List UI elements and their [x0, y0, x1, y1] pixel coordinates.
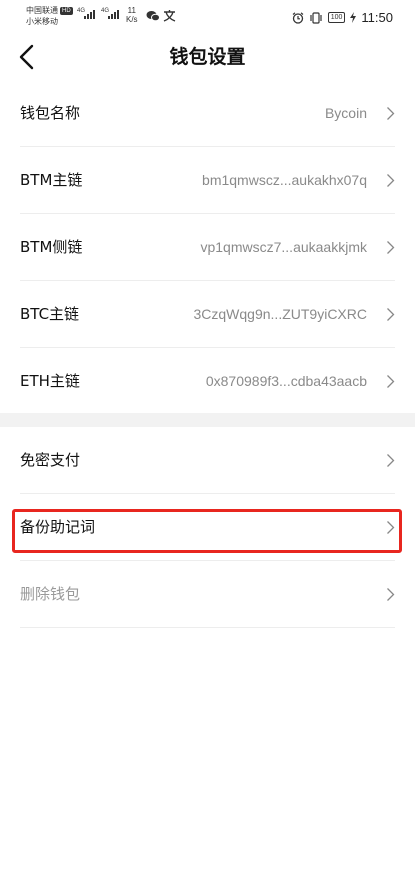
signal-icon-2	[108, 10, 119, 19]
row-value: 0x870989f3...cdba43aacb	[205, 373, 367, 389]
chevron-right-icon	[387, 241, 395, 254]
chevron-right-icon	[387, 174, 395, 187]
alarm-icon	[292, 11, 304, 24]
speed-unit: K/s	[126, 15, 138, 24]
charging-icon	[350, 12, 357, 23]
translate-icon	[163, 10, 176, 22]
row-value: Bycoin	[324, 105, 367, 121]
row-label: 删除钱包	[20, 585, 81, 603]
section-divider	[0, 413, 415, 427]
chevron-right-icon	[387, 308, 395, 321]
wechat-icon	[146, 11, 160, 22]
btm-sidechain-row[interactable]: BTM侧链 vp1qmwscz7...aukaakkjmk	[20, 214, 395, 281]
row-label: BTM侧链	[20, 238, 83, 256]
signal-icon	[84, 10, 95, 19]
row-value: 3CzqWqg9n...ZUT9yiCXRC	[193, 306, 368, 322]
row-value: vp1qmwscz7...aukaakkjmk	[200, 239, 367, 255]
status-right: 100 11:50	[292, 10, 393, 25]
carrier-info: 中国联通 HD 小米移动	[26, 5, 73, 27]
row-label: 免密支付	[20, 451, 81, 469]
row-label: BTC主链	[20, 305, 80, 323]
eth-mainchain-row[interactable]: ETH主链 0x870989f3...cdba43aacb	[20, 348, 395, 415]
chevron-right-icon	[387, 454, 395, 467]
status-time: 11:50	[361, 10, 393, 25]
highlight-box	[12, 509, 402, 553]
chevron-right-icon	[387, 588, 395, 601]
delete-wallet-row[interactable]: 删除钱包	[20, 561, 395, 628]
wallet-name-row[interactable]: 钱包名称 Bycoin	[20, 80, 395, 147]
chevron-right-icon	[387, 107, 395, 120]
carrier-name-2: 小米移动	[26, 17, 58, 26]
row-value: bm1qmwscz...aukakhx07q	[202, 172, 367, 188]
row-label: 钱包名称	[20, 104, 81, 122]
speed-value: 11	[127, 6, 136, 15]
battery-icon: 100	[327, 12, 346, 23]
vibrate-icon	[310, 11, 322, 24]
page-title: 钱包设置	[169, 46, 246, 68]
status-bar: 中国联通 HD 小米移动 4G 4G 11 K/s 100 11:50	[0, 0, 415, 34]
chevron-right-icon	[387, 375, 395, 388]
btc-mainchain-row[interactable]: BTC主链 3CzqWqg9n...ZUT9yiCXRC	[20, 281, 395, 348]
nav-bar: 钱包设置	[0, 34, 415, 80]
password-free-payment-row[interactable]: 免密支付	[20, 427, 395, 494]
row-label: ETH主链	[20, 372, 80, 390]
carrier-name: 中国联通	[26, 6, 58, 15]
row-label: BTM主链	[20, 171, 83, 189]
hd-badge: HD	[60, 7, 73, 15]
btm-mainchain-row[interactable]: BTM主链 bm1qmwscz...aukakhx07q	[20, 147, 395, 214]
back-button[interactable]	[14, 43, 42, 71]
wallet-info-section: 钱包名称 Bycoin BTM主链 bm1qmwscz...aukakhx07q…	[0, 80, 415, 415]
network-speed: 11 K/s	[126, 6, 138, 24]
